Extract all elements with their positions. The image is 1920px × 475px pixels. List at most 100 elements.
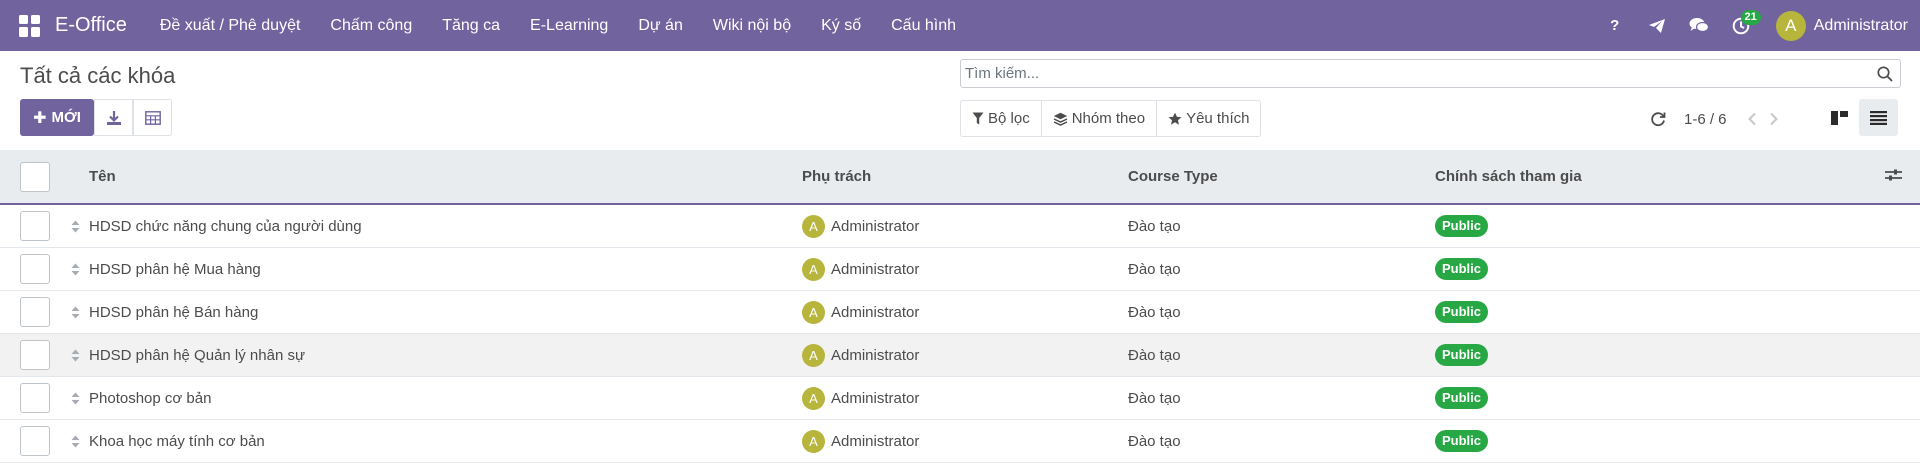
- drag-handle-icon[interactable]: [70, 306, 80, 319]
- group-by-button[interactable]: Nhóm theo: [1042, 101, 1158, 136]
- menu-item-attendance[interactable]: Chấm công: [315, 17, 427, 35]
- table-row[interactable]: HDSD phân hệ Quản lý nhân sự A Administr…: [0, 334, 1920, 377]
- row-checkbox[interactable]: [20, 426, 50, 456]
- course-owner: A Administrator: [802, 214, 920, 238]
- refresh-icon[interactable]: [1648, 109, 1668, 129]
- menu-item-elearning[interactable]: E-Learning: [515, 17, 623, 35]
- row-checkbox[interactable]: [20, 297, 50, 327]
- owner-name: Administrator: [831, 346, 920, 364]
- column-header-name[interactable]: Tên: [89, 168, 116, 185]
- table-row[interactable]: Khoa học máy tính cơ bản A Administrator…: [0, 420, 1920, 463]
- course-name: Khoa học máy tính cơ bản: [89, 432, 265, 450]
- enroll-policy-badge: Public: [1435, 344, 1489, 366]
- drag-handle-icon[interactable]: [70, 263, 80, 276]
- avatar: A: [802, 257, 825, 281]
- course-owner: A Administrator: [802, 300, 920, 324]
- menu-item-overtime[interactable]: Tăng ca: [427, 17, 515, 35]
- search-bar: [960, 59, 1901, 88]
- column-header-course-type[interactable]: Course Type: [1128, 168, 1218, 185]
- drag-handle-icon[interactable]: [70, 435, 80, 448]
- status-badge: Public: [1435, 301, 1489, 323]
- course-owner: A Administrator: [802, 386, 919, 410]
- owner-name: Administrator: [831, 303, 920, 321]
- course-owner: A Administrator: [802, 429, 920, 453]
- table-row[interactable]: Photoshop cơ bản A Administrator Đào tạo…: [0, 377, 1920, 420]
- column-header-enroll-policy[interactable]: Chính sách tham gia: [1435, 168, 1582, 185]
- course-type: Đào tạo: [1128, 346, 1181, 364]
- status-badge: Public: [1435, 387, 1489, 409]
- download-button[interactable]: [94, 99, 133, 136]
- favorites-button[interactable]: Yêu thích: [1157, 101, 1260, 136]
- help-label: ?: [1610, 17, 1620, 34]
- enroll-policy-badge: Public: [1435, 258, 1489, 280]
- download-icon: [106, 110, 121, 125]
- drag-handle-icon[interactable]: [70, 392, 80, 405]
- brand-name[interactable]: E-Office: [55, 14, 127, 37]
- activity-clock-icon[interactable]: 21: [1720, 0, 1762, 51]
- menu-item-configuration[interactable]: Cấu hình: [876, 17, 971, 35]
- new-button-label: MỚI: [51, 109, 81, 126]
- enroll-policy-badge: Public: [1435, 387, 1489, 409]
- menu-item-projects[interactable]: Dự án: [623, 17, 698, 35]
- pager-next-icon[interactable]: [1763, 109, 1785, 129]
- new-button[interactable]: ✚ MỚI: [20, 99, 94, 136]
- app-menu-icon[interactable]: [19, 14, 41, 37]
- filter-button[interactable]: Bộ lọc: [961, 101, 1042, 136]
- course-type: Đào tạo: [1128, 432, 1181, 450]
- enroll-policy-badge: Public: [1435, 301, 1489, 323]
- search-options: Bộ lọc Nhóm theo Yêu thích: [960, 100, 1262, 137]
- menu-item-digital-signature[interactable]: Ký số: [806, 17, 876, 35]
- avatar: A: [802, 429, 825, 453]
- search-icon[interactable]: [1870, 60, 1900, 87]
- table-row[interactable]: HDSD chức năng chung của người dùng A Ad…: [0, 205, 1920, 248]
- course-type: Đào tạo: [1128, 217, 1181, 235]
- star-icon: [1168, 112, 1182, 125]
- table-row[interactable]: HDSD phân hệ Mua hàng A Administrator Đà…: [0, 248, 1920, 291]
- search-input[interactable]: [961, 60, 1870, 87]
- status-badge: Public: [1435, 430, 1489, 452]
- avatar: A: [802, 300, 825, 324]
- enroll-policy-badge: Public: [1435, 215, 1489, 237]
- course-type: Đào tạo: [1128, 260, 1181, 278]
- navbar-systray: ? 21 A Administrator: [1594, 0, 1920, 51]
- column-header-owner[interactable]: Phụ trách: [802, 168, 871, 185]
- chat-icon[interactable]: [1678, 0, 1720, 51]
- optional-columns-icon[interactable]: [1885, 168, 1902, 186]
- kanban-view-icon[interactable]: [1820, 99, 1859, 136]
- drag-handle-icon[interactable]: [70, 220, 80, 233]
- view-switcher: [1820, 99, 1898, 136]
- table-icon: [144, 110, 161, 125]
- help-icon[interactable]: ?: [1594, 0, 1636, 51]
- course-name: HDSD phân hệ Mua hàng: [89, 260, 261, 278]
- row-checkbox[interactable]: [20, 254, 50, 284]
- pager-previous-icon[interactable]: [1741, 109, 1763, 129]
- table-row[interactable]: HDSD phân hệ Bán hàng A Administrator Đà…: [0, 291, 1920, 334]
- favorites-label: Yêu thích: [1186, 110, 1250, 127]
- menu-item-approvals[interactable]: Đề xuất / Phê duyệt: [145, 17, 316, 35]
- pager-value[interactable]: 1-6 / 6: [1684, 111, 1727, 128]
- course-owner: A Administrator: [802, 343, 920, 367]
- layers-icon: [1053, 112, 1068, 126]
- row-checkbox[interactable]: [20, 340, 50, 370]
- user-menu[interactable]: A Administrator: [1775, 10, 1908, 41]
- status-badge: Public: [1435, 215, 1489, 237]
- owner-name: Administrator: [831, 260, 920, 278]
- enroll-policy-badge: Public: [1435, 430, 1489, 452]
- avatar: A: [802, 214, 825, 238]
- row-checkbox[interactable]: [20, 211, 50, 241]
- status-badge: Public: [1435, 344, 1489, 366]
- menu-item-wiki[interactable]: Wiki nội bộ: [698, 17, 806, 35]
- page-title: Tất cả các khóa: [20, 63, 176, 88]
- owner-name: Administrator: [831, 217, 920, 235]
- spreadsheet-button[interactable]: [133, 99, 172, 136]
- owner-name: Administrator: [831, 432, 920, 450]
- avatar: A: [802, 386, 825, 410]
- row-checkbox[interactable]: [20, 383, 50, 413]
- drag-handle-icon[interactable]: [70, 349, 80, 362]
- plus-icon: ✚: [33, 109, 47, 127]
- course-list-table: Tên Phụ trách Course Type Chính sách tha…: [0, 150, 1920, 463]
- pager: 1-6 / 6: [1648, 109, 1785, 129]
- list-view-icon[interactable]: [1859, 99, 1898, 136]
- send-icon[interactable]: [1636, 0, 1678, 51]
- select-all-checkbox[interactable]: [20, 161, 50, 192]
